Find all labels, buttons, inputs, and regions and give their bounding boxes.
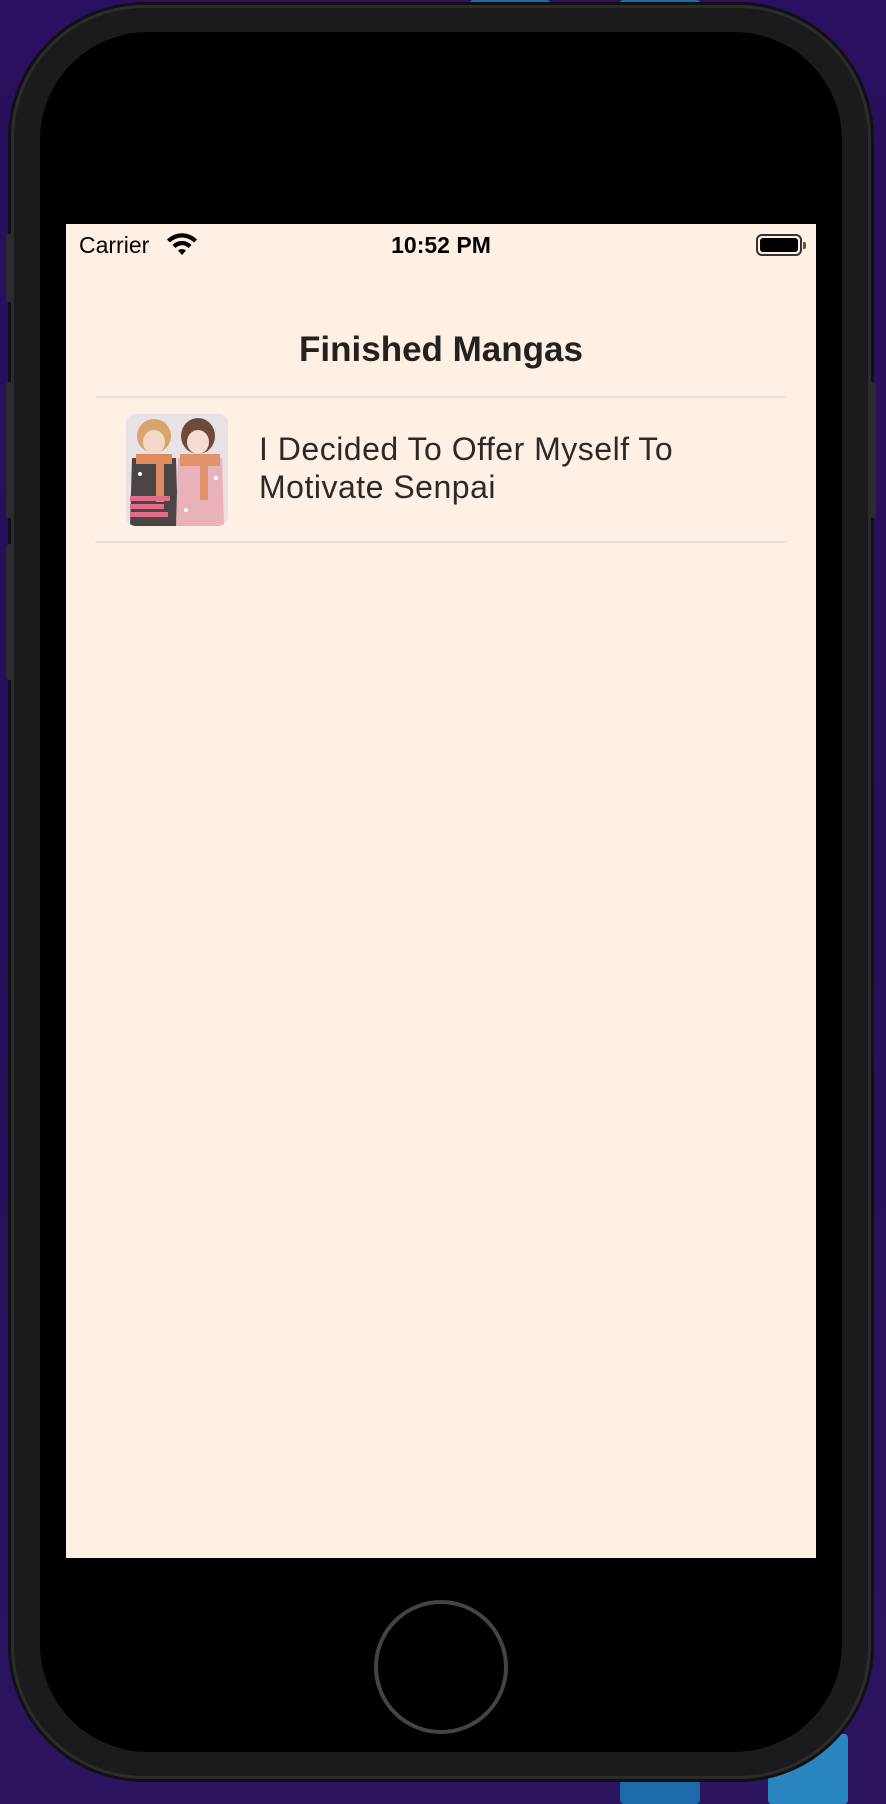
battery-level	[760, 238, 798, 252]
manga-list: I Decided To Offer Myself To Motivate Se…	[95, 396, 786, 543]
power-button	[868, 382, 876, 518]
background-block	[470, 0, 550, 6]
mute-switch	[6, 234, 14, 302]
list-divider	[95, 541, 786, 543]
app-screen: Carrier 10:52 PM Finished Mangas I Decid…	[66, 224, 816, 1558]
page-title: Finished Mangas	[299, 330, 583, 369]
manga-title: I Decided To Offer Myself To Motivate Se…	[259, 431, 674, 505]
battery-tip	[803, 242, 806, 249]
volume-up-button	[6, 382, 14, 518]
manga-cover-image	[126, 414, 228, 526]
home-button[interactable]	[374, 1600, 508, 1734]
battery-icon	[756, 234, 806, 256]
background-block	[620, 0, 700, 6]
background-block	[620, 1780, 700, 1804]
status-time: 10:52 PM	[391, 232, 491, 258]
status-bar: Carrier 10:52 PM	[66, 224, 816, 264]
volume-down-button	[6, 544, 14, 680]
manga-row[interactable]: I Decided To Offer Myself To Motivate Se…	[95, 398, 786, 541]
